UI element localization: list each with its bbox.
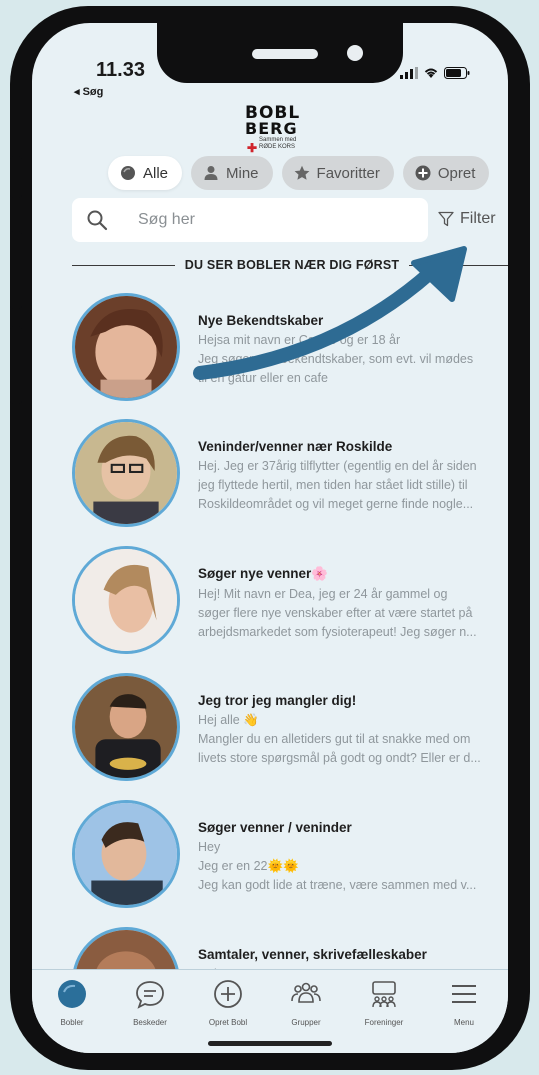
red-cross-icon: ✚ bbox=[247, 141, 258, 155]
item-desc-line: Mangler du en alletiders gut til at snak… bbox=[198, 732, 471, 746]
star-icon bbox=[294, 165, 309, 180]
nav-grupper[interactable]: Grupper bbox=[266, 978, 346, 1027]
avatar bbox=[72, 800, 180, 908]
logo-line-2: BERG bbox=[245, 119, 298, 138]
user-photo bbox=[75, 676, 177, 778]
user-photo bbox=[75, 549, 177, 651]
speaker bbox=[252, 49, 318, 59]
item-title: Jeg tror jeg mangler dig! bbox=[198, 693, 357, 708]
filter-tabs: Alle Mine Favoritter Opret bbox=[108, 156, 490, 190]
user-photo bbox=[75, 422, 177, 524]
item-desc-line: livets store spørgsmål på godt og ondt? … bbox=[198, 751, 481, 765]
search-placeholder: Søg her bbox=[138, 211, 195, 228]
list-item[interactable]: Søger nye venner🌸 Hej! Mit navn er Dea, … bbox=[72, 546, 508, 668]
status-time: 11.33 bbox=[96, 59, 145, 81]
volume-down-button bbox=[10, 326, 22, 404]
avatar bbox=[72, 673, 180, 781]
wifi-icon bbox=[424, 68, 438, 78]
tab-label: Alle bbox=[143, 164, 169, 182]
item-desc-line: Hej alle 👋 bbox=[198, 713, 259, 727]
organization-icon bbox=[372, 981, 396, 1008]
nav-menu[interactable]: Menu bbox=[424, 978, 504, 1027]
nav-foreninger[interactable]: Foreninger bbox=[344, 978, 424, 1027]
item-desc-line: Hej! Mit navn er Dea, jeg er 24 år gamme… bbox=[198, 587, 448, 601]
filter-label: Filter bbox=[460, 210, 496, 227]
avatar bbox=[72, 546, 180, 654]
search-icon bbox=[87, 210, 108, 231]
item-desc-line: Roskildeområdet og vil meget gerne finde… bbox=[198, 497, 474, 511]
section-header-text: DU SER BOBLER NÆR DIG FØRST bbox=[184, 258, 400, 272]
funnel-icon bbox=[438, 211, 454, 227]
item-desc-line: arbejdsmarkedet som fysioterapeut! Jeg s… bbox=[198, 625, 477, 639]
list-item[interactable]: Nye Bekendtskaber Hejsa mit navn er Ceci… bbox=[72, 293, 508, 415]
nav-opret-bobl[interactable]: Opret Bobl bbox=[188, 978, 268, 1027]
bubble-icon bbox=[58, 980, 86, 1008]
phone-frame: 11.33 ◂ Søg BOBL BERG ✚ Sammen med RØDE … bbox=[10, 6, 530, 1070]
item-desc-line: Hej. Jeg er 37årig tilflytter (egentlig … bbox=[198, 459, 477, 473]
signal-icon bbox=[400, 67, 418, 79]
list-item[interactable]: Veninder/venner nær Roskilde Hej. Jeg er… bbox=[72, 419, 508, 541]
divider-right bbox=[409, 264, 508, 266]
item-desc-line: til en gåtur eller en cafe bbox=[198, 371, 328, 385]
divider-left bbox=[72, 264, 175, 266]
status-icons bbox=[400, 67, 470, 79]
avatar bbox=[72, 293, 180, 401]
tab-label: Mine bbox=[226, 164, 259, 182]
nav-bobler[interactable]: Bobler bbox=[32, 978, 112, 1027]
nav-beskeder[interactable]: Beskeder bbox=[110, 978, 190, 1027]
hamburger-icon bbox=[452, 985, 476, 1003]
item-title: Søger nye venner🌸 bbox=[198, 566, 329, 581]
item-desc-line: jeg flyttede hertil, men tiden har stået… bbox=[198, 478, 468, 492]
camera bbox=[347, 45, 363, 61]
avatar bbox=[72, 419, 180, 527]
item-desc-line: Hey bbox=[198, 840, 221, 854]
search-field[interactable]: Søg her bbox=[72, 198, 428, 242]
logo-subtitle: Sammen med RØDE KORS bbox=[259, 137, 297, 150]
item-desc-line: søger flere nye venskaber efter at være … bbox=[198, 606, 473, 620]
back-to-search-link[interactable]: ◂ Søg bbox=[74, 85, 103, 98]
item-title: Veninder/venner nær Roskilde bbox=[198, 439, 393, 454]
person-icon bbox=[204, 166, 218, 180]
side-button bbox=[10, 156, 22, 198]
item-desc-line: Hejsa mit navn er Cecilie og er 18 år bbox=[198, 333, 401, 347]
plus-circle-icon bbox=[415, 165, 431, 181]
nav-label: Beskeder bbox=[133, 1018, 167, 1027]
user-photo bbox=[75, 803, 177, 905]
nav-label: Opret Bobl bbox=[208, 1018, 248, 1027]
filter-button[interactable]: Filter bbox=[438, 210, 496, 228]
item-desc-line: Jeg kan godt lide at træne, være sammen … bbox=[198, 878, 477, 892]
section-header: DU SER BOBLER NÆR DIG FØRST bbox=[72, 255, 508, 275]
item-title: Søger venner / veninder bbox=[198, 820, 352, 835]
item-desc-line: Jeg er en 22🌞🌞 bbox=[198, 859, 299, 873]
nav-label: Foreninger bbox=[364, 1018, 404, 1027]
plus-circle-icon bbox=[214, 980, 242, 1008]
tab-opret[interactable]: Opret bbox=[402, 156, 490, 190]
home-indicator bbox=[208, 1041, 332, 1046]
item-title: Nye Bekendtskaber bbox=[198, 313, 324, 328]
nav-label: Grupper bbox=[291, 1018, 321, 1027]
list-item[interactable]: Søger venner / veninder Hey Jeg er en 22… bbox=[72, 800, 508, 922]
battery-icon bbox=[444, 67, 470, 79]
nav-label: Menu bbox=[453, 1018, 474, 1027]
item-desc-line: Jeg søger nye bekendtskaber, som evt. vi… bbox=[198, 352, 474, 366]
boblberg-logo: BOBL BERG ✚ Sammen med RØDE KORS bbox=[245, 105, 315, 161]
bubble-icon bbox=[121, 166, 135, 180]
group-icon bbox=[291, 982, 321, 1003]
list-item[interactable]: Jeg tror jeg mangler dig! Hej alle 👋 Man… bbox=[72, 673, 508, 795]
tab-alle[interactable]: Alle bbox=[108, 156, 183, 190]
user-photo bbox=[75, 296, 177, 398]
app-screen: 11.33 ◂ Søg BOBL BERG ✚ Sammen med RØDE … bbox=[32, 23, 508, 1053]
nav-label: Bobler bbox=[60, 1018, 84, 1027]
tab-mine[interactable]: Mine bbox=[191, 156, 273, 190]
tab-label: Opret bbox=[437, 164, 476, 182]
item-title: Samtaler, venner, skrivefælleskaber bbox=[198, 947, 427, 962]
notch bbox=[157, 23, 403, 83]
tab-label: Favoritter bbox=[316, 164, 380, 182]
volume-up-button bbox=[10, 231, 22, 309]
chat-icon bbox=[136, 981, 164, 1009]
tab-favoritter[interactable]: Favoritter bbox=[281, 156, 394, 190]
